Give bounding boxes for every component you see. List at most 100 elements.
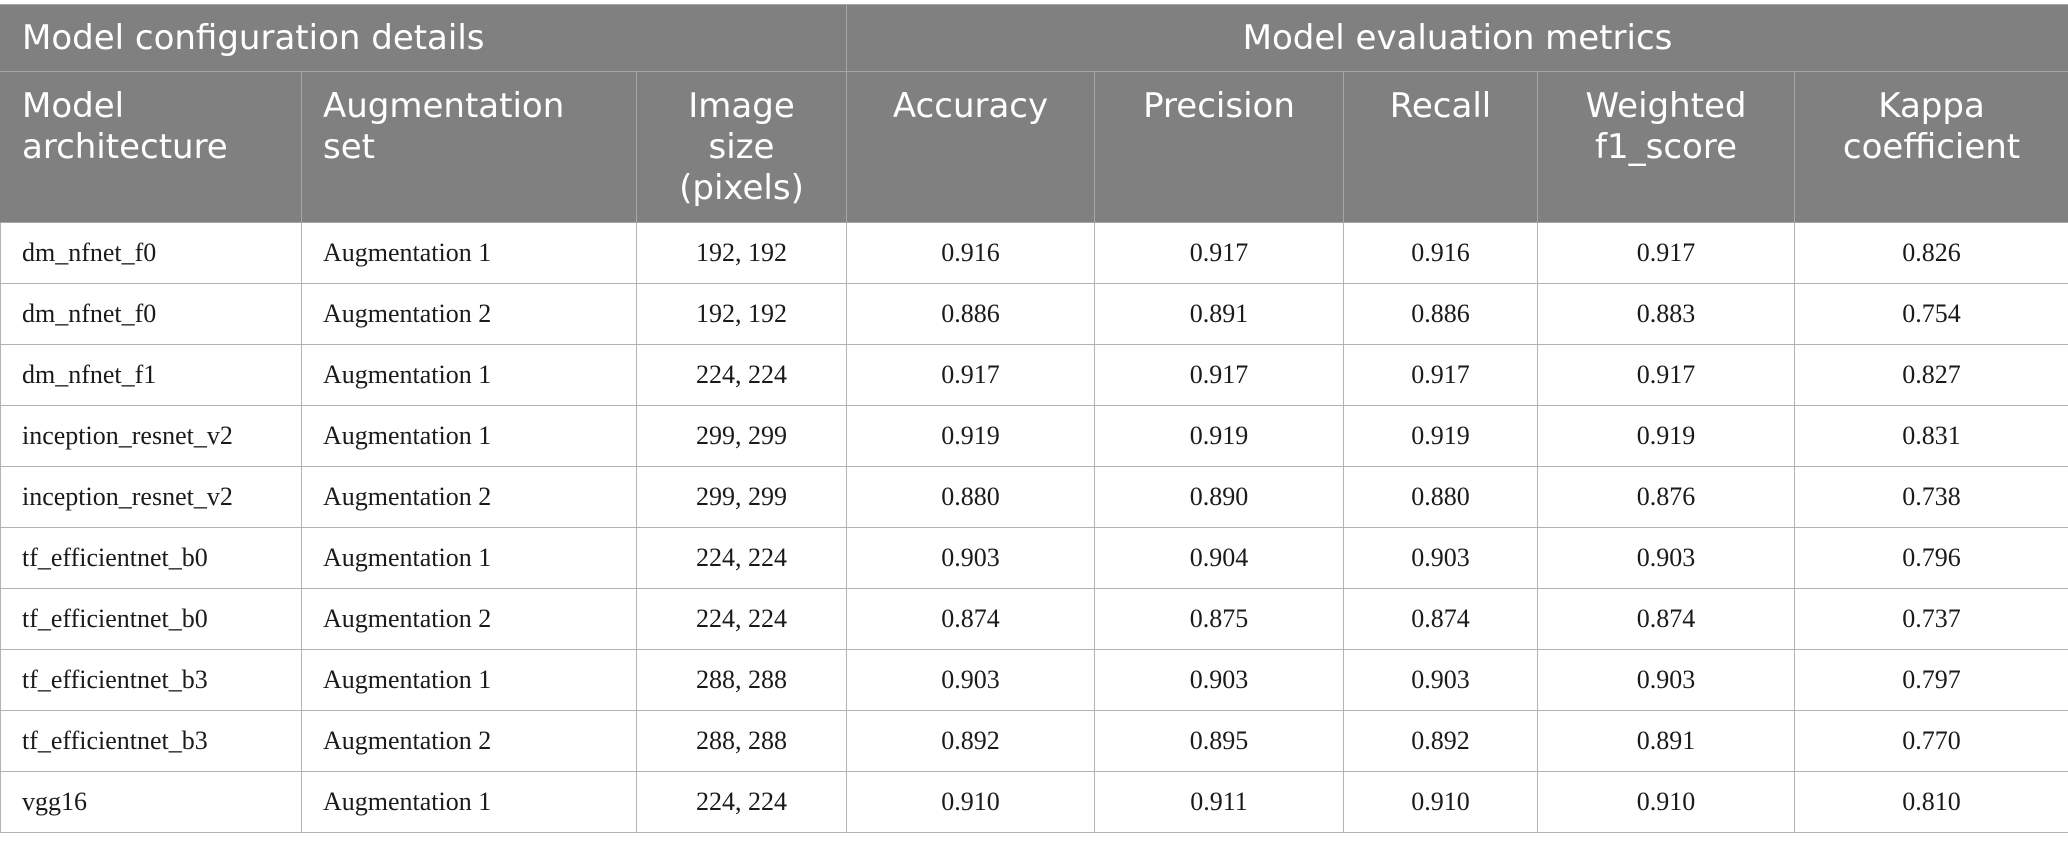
image-size-cell: 224, 224 (635, 344, 848, 406)
image-size-cell: 224, 224 (635, 771, 848, 833)
recall-cell: 0.886 (1343, 283, 1539, 345)
image-size-cell: 224, 224 (635, 527, 848, 589)
weighted-f1-score-cell: 0.903 (1537, 527, 1796, 589)
image-size-cell: 288, 288 (635, 710, 848, 772)
column-header-accuracy: Accuracy (846, 71, 1096, 223)
model-architecture-cell: inception_resnet_v2 (0, 405, 302, 467)
table-row: dm_nfnet_f0 Augmentation 2 192, 192 0.886 0.… (0, 283, 2068, 345)
precision-cell: 0.903 (1094, 649, 1345, 711)
image-size-cell: 288, 288 (635, 649, 848, 711)
augmentation-set-cell: Augmentation 2 (301, 710, 637, 772)
weighted-f1-score-cell: 0.874 (1537, 588, 1796, 650)
column-header-row: Model architecture Augmentation set Imag… (0, 71, 2068, 223)
recall-cell: 0.874 (1343, 588, 1539, 650)
table-row: tf_efficientnet_b3 Augmentation 2 288, 288… (0, 710, 2068, 772)
model-architecture-cell: dm_nfnet_f0 (0, 222, 302, 284)
accuracy-cell: 0.903 (846, 649, 1096, 711)
image-size-cell: 224, 224 (635, 588, 848, 650)
image-size-cell: 299, 299 (635, 466, 848, 528)
augmentation-set-cell: Augmentation 1 (301, 222, 637, 284)
model-architecture-cell: dm_nfnet_f0 (0, 283, 302, 345)
augmentation-set-cell: Augmentation 2 (301, 466, 637, 528)
image-size-cell: 299, 299 (635, 405, 848, 467)
precision-cell: 0.891 (1094, 283, 1345, 345)
recall-cell: 0.910 (1343, 771, 1539, 833)
recall-cell: 0.880 (1343, 466, 1539, 528)
model-architecture-cell: vgg16 (0, 771, 302, 833)
accuracy-cell: 0.880 (846, 466, 1096, 528)
accuracy-cell: 0.917 (846, 344, 1096, 406)
kappa-coefficient-cell: 0.827 (1794, 344, 2068, 406)
kappa-coefficient-cell: 0.797 (1794, 649, 2068, 711)
model-architecture-cell: tf_efficientnet_b3 (0, 649, 302, 711)
table-row: dm_nfnet_f1 Augmentation 1 224, 224 0.917 0.… (0, 344, 2068, 406)
precision-cell: 0.890 (1094, 466, 1345, 528)
image-size-cell: 192, 192 (635, 222, 848, 284)
kappa-coefficient-cell: 0.796 (1794, 527, 2068, 589)
augmentation-set-cell: Augmentation 1 (301, 405, 637, 467)
table-row: vgg16 Augmentation 1 224, 224 0.910 0.911 0.9… (0, 771, 2068, 833)
results-table: Model configuration details Model evalua… (0, 4, 2068, 833)
kappa-coefficient-cell: 0.737 (1794, 588, 2068, 650)
kappa-coefficient-cell: 0.826 (1794, 222, 2068, 284)
accuracy-cell: 0.892 (846, 710, 1096, 772)
column-header-precision: Precision (1094, 71, 1345, 223)
column-header-model-architecture: Model architecture (0, 71, 302, 223)
precision-cell: 0.919 (1094, 405, 1345, 467)
group-header-config: Model configuration details (0, 4, 848, 72)
group-header-row: Model configuration details Model evalua… (0, 4, 2068, 72)
accuracy-cell: 0.903 (846, 527, 1096, 589)
model-architecture-cell: dm_nfnet_f1 (0, 344, 302, 406)
augmentation-set-cell: Augmentation 2 (301, 283, 637, 345)
column-header-recall: Recall (1343, 71, 1539, 223)
image-size-cell: 192, 192 (635, 283, 848, 345)
recall-cell: 0.903 (1343, 527, 1539, 589)
table-row: inception_resnet_v2 Augmentation 1 299, 29… (0, 405, 2068, 467)
kappa-coefficient-cell: 0.754 (1794, 283, 2068, 345)
table-row: tf_efficientnet_b3 Augmentation 1 288, 288… (0, 649, 2068, 711)
column-header-augmentation-set: Augmentation set (301, 71, 637, 223)
model-architecture-cell: inception_resnet_v2 (0, 466, 302, 528)
model-architecture-cell: tf_efficientnet_b0 (0, 527, 302, 589)
augmentation-set-cell: Augmentation 2 (301, 588, 637, 650)
weighted-f1-score-cell: 0.910 (1537, 771, 1796, 833)
weighted-f1-score-cell: 0.891 (1537, 710, 1796, 772)
table-body: dm_nfnet_f0 Augmentation 1 192, 192 0.916 0.… (0, 222, 2068, 833)
accuracy-cell: 0.919 (846, 405, 1096, 467)
recall-cell: 0.917 (1343, 344, 1539, 406)
recall-cell: 0.919 (1343, 405, 1539, 467)
precision-cell: 0.895 (1094, 710, 1345, 772)
column-header-kappa-coefficient: Kappa coefficient (1794, 71, 2068, 223)
precision-cell: 0.904 (1094, 527, 1345, 589)
column-header-image-size: Image size (pixels) (635, 71, 848, 223)
precision-cell: 0.911 (1094, 771, 1345, 833)
precision-cell: 0.917 (1094, 344, 1345, 406)
weighted-f1-score-cell: 0.917 (1537, 222, 1796, 284)
precision-cell: 0.875 (1094, 588, 1345, 650)
column-header-weighted-f1-score: Weighted f1_score (1537, 71, 1796, 223)
accuracy-cell: 0.874 (846, 588, 1096, 650)
accuracy-cell: 0.910 (846, 771, 1096, 833)
augmentation-set-cell: Augmentation 1 (301, 344, 637, 406)
table-row: tf_efficientnet_b0 Augmentation 1 224, 224… (0, 527, 2068, 589)
table-row: tf_efficientnet_b0 Augmentation 2 224, 224… (0, 588, 2068, 650)
augmentation-set-cell: Augmentation 1 (301, 649, 637, 711)
augmentation-set-cell: Augmentation 1 (301, 527, 637, 589)
weighted-f1-score-cell: 0.917 (1537, 344, 1796, 406)
accuracy-cell: 0.886 (846, 283, 1096, 345)
recall-cell: 0.892 (1343, 710, 1539, 772)
accuracy-cell: 0.916 (846, 222, 1096, 284)
weighted-f1-score-cell: 0.883 (1537, 283, 1796, 345)
kappa-coefficient-cell: 0.770 (1794, 710, 2068, 772)
kappa-coefficient-cell: 0.831 (1794, 405, 2068, 467)
model-architecture-cell: tf_efficientnet_b3 (0, 710, 302, 772)
table-header: Model configuration details Model evalua… (0, 4, 2068, 223)
weighted-f1-score-cell: 0.919 (1537, 405, 1796, 467)
recall-cell: 0.916 (1343, 222, 1539, 284)
table-row: inception_resnet_v2 Augmentation 2 299, 29… (0, 466, 2068, 528)
augmentation-set-cell: Augmentation 1 (301, 771, 637, 833)
kappa-coefficient-cell: 0.810 (1794, 771, 2068, 833)
weighted-f1-score-cell: 0.876 (1537, 466, 1796, 528)
table-row: dm_nfnet_f0 Augmentation 1 192, 192 0.916 0.… (0, 222, 2068, 284)
kappa-coefficient-cell: 0.738 (1794, 466, 2068, 528)
